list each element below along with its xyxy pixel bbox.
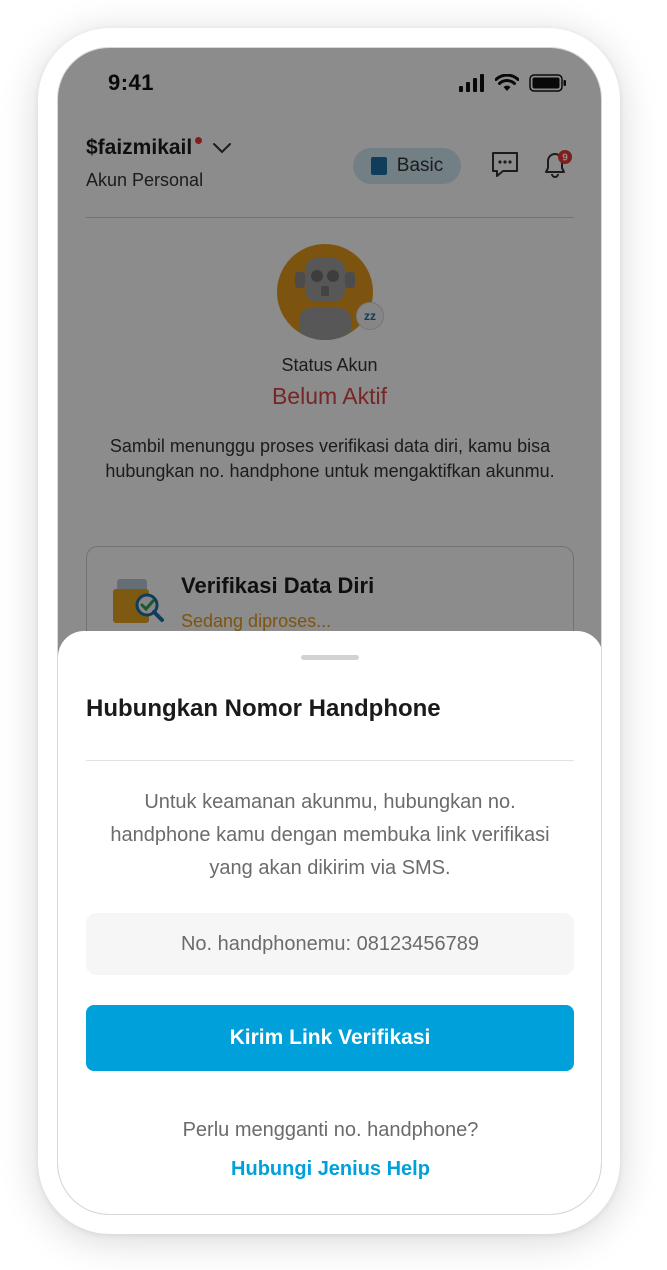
bottom-sheet: Hubungkan Nomor Handphone Untuk keamanan… xyxy=(58,631,601,1214)
send-verification-link-button[interactable]: Kirim Link Verifikasi xyxy=(86,1005,574,1071)
change-number-question: Perlu mengganti no. handphone? xyxy=(182,1119,479,1141)
sheet-description: Untuk keamanan akunmu, hubungkan no. han… xyxy=(110,791,550,879)
phone-number-text: No. handphonemu: 08123456789 xyxy=(180,932,480,955)
phone-number-display: No. handphonemu: 08123456789 xyxy=(86,913,574,975)
phone-screen: 9:41 $faizmikail Akun Personal Basic 9 z… xyxy=(57,47,602,1215)
sheet-divider xyxy=(86,760,574,761)
contact-help-link[interactable]: Hubungi Jenius Help xyxy=(58,1158,601,1181)
sheet-drag-handle[interactable] xyxy=(301,655,359,660)
sheet-title: Hubungkan Nomor Handphone xyxy=(86,695,441,722)
